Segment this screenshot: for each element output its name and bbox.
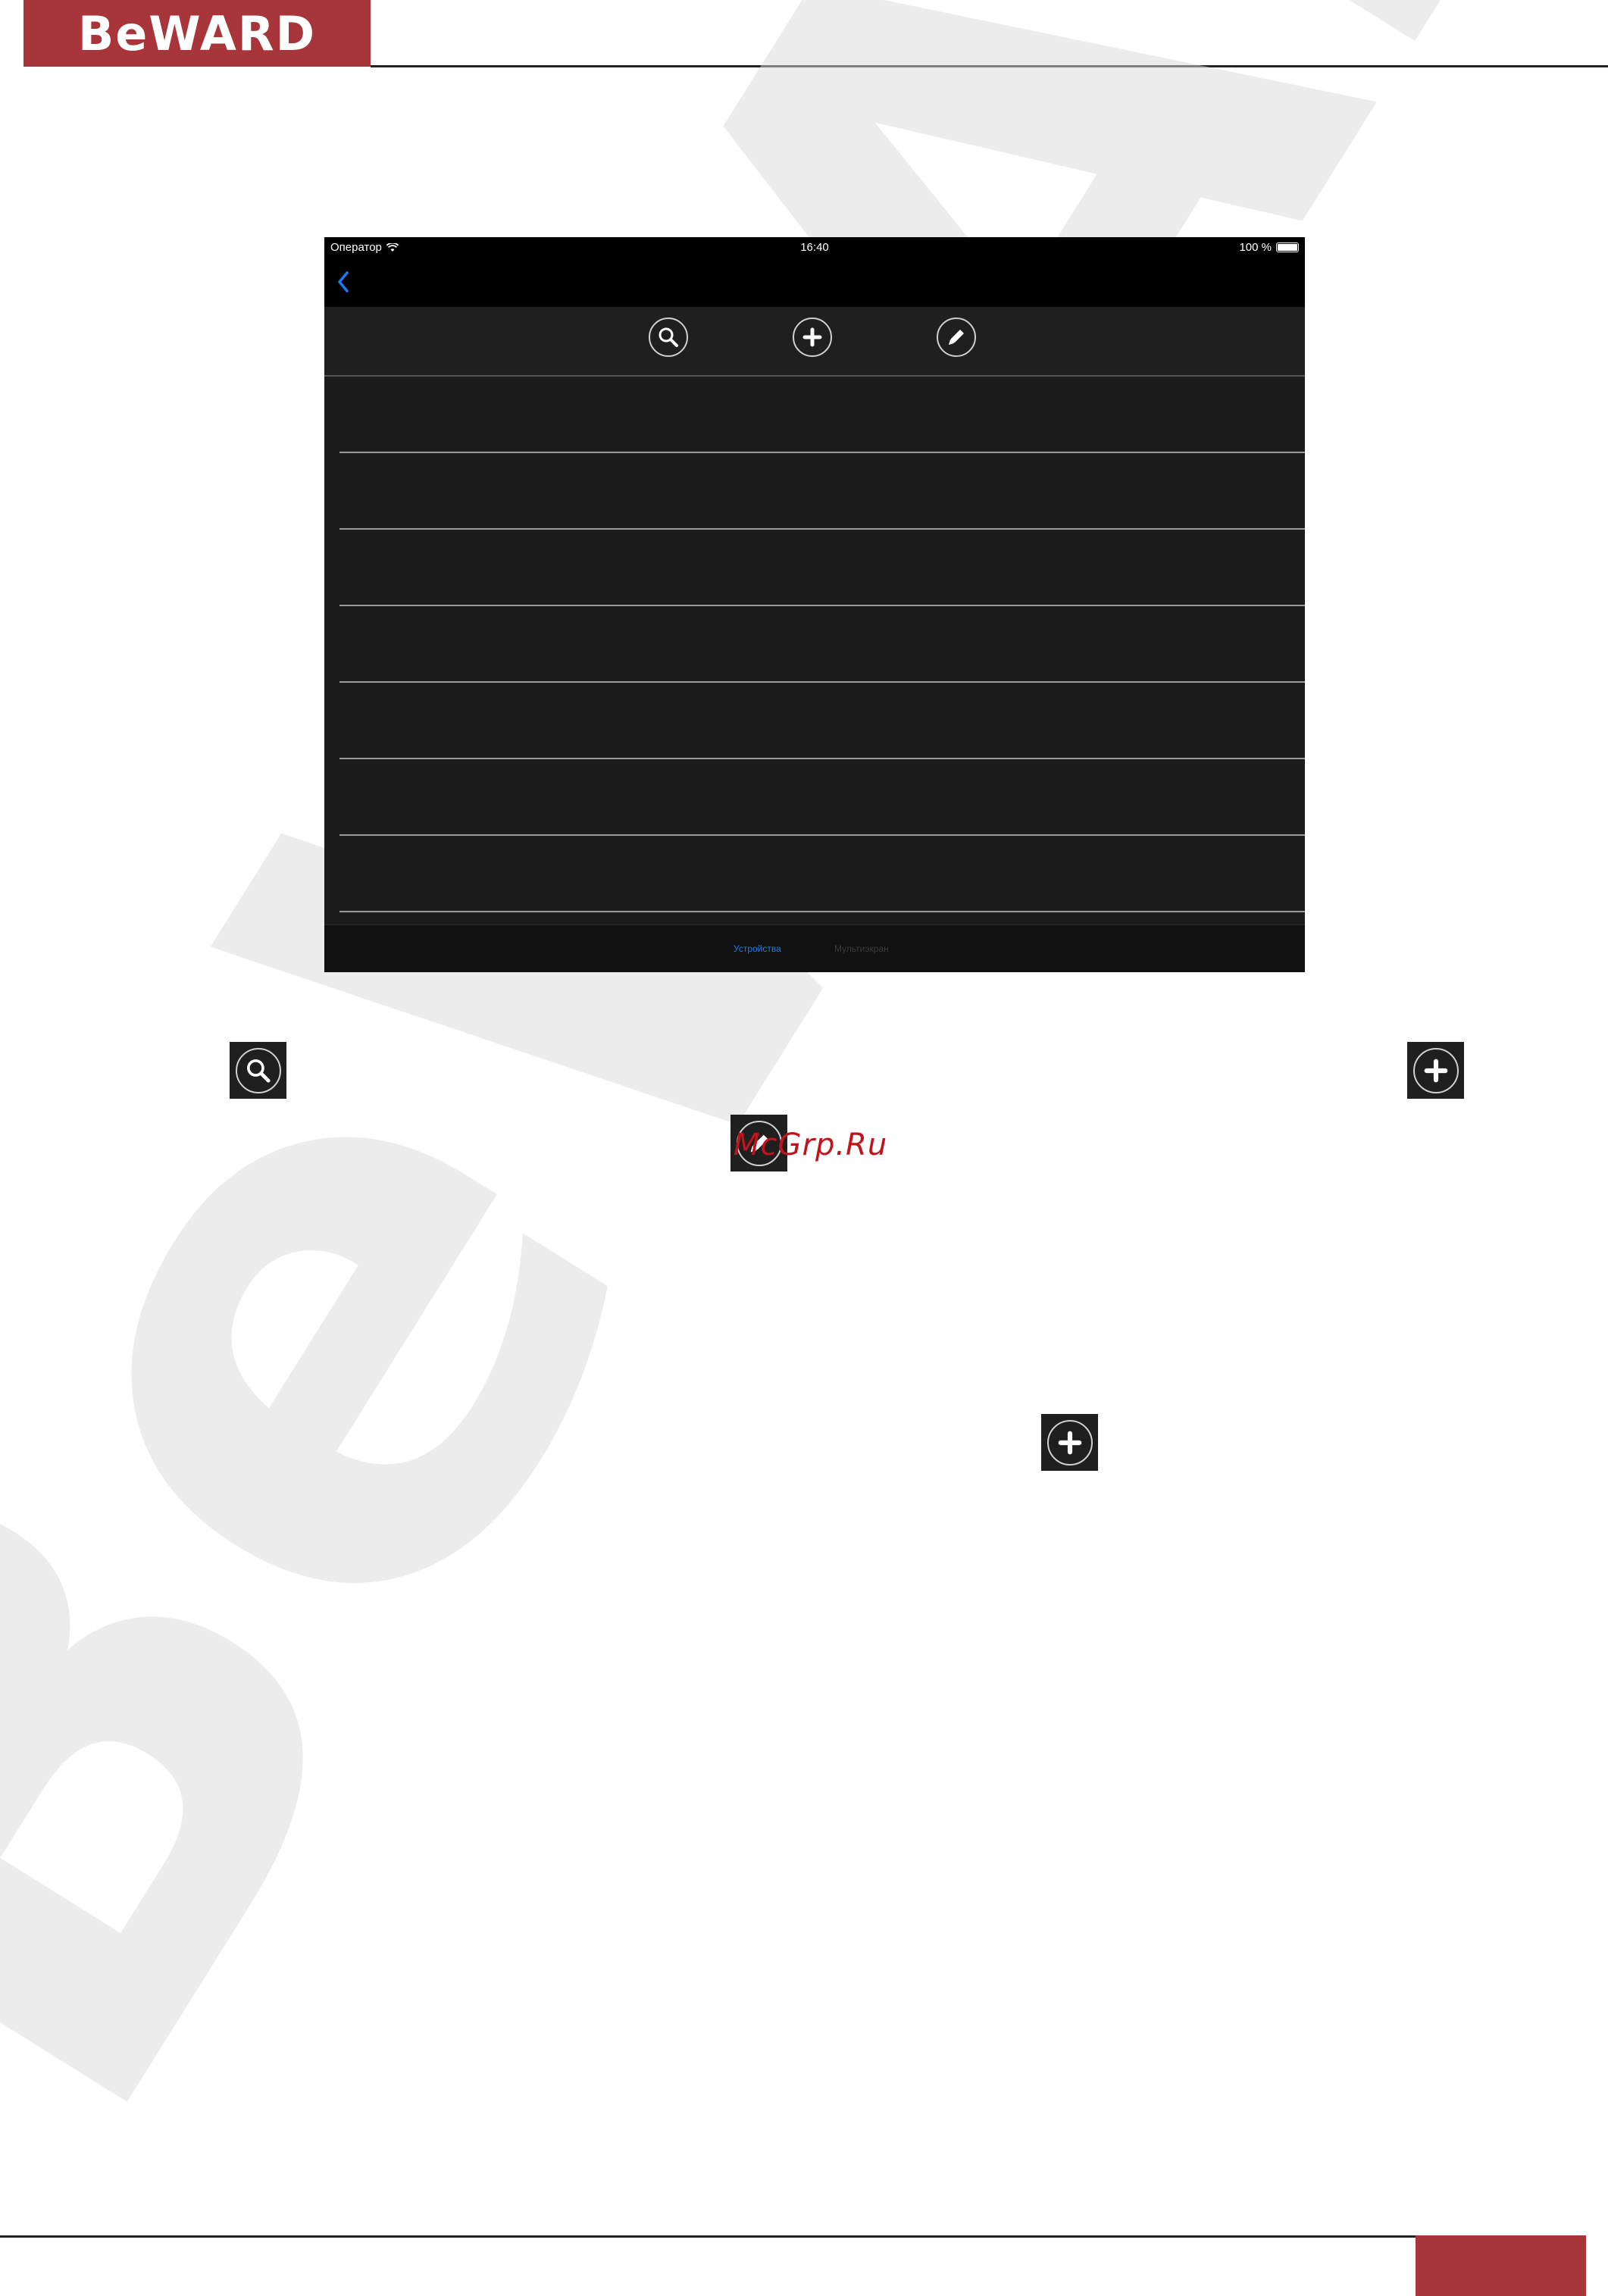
back-chevron-icon[interactable] bbox=[336, 271, 350, 293]
mcgrp-overlay-text: McGrp.Ru bbox=[734, 1128, 888, 1162]
search-icon bbox=[246, 1059, 271, 1083]
header-divider bbox=[371, 65, 1608, 67]
list-item[interactable] bbox=[339, 453, 1305, 530]
list-item[interactable] bbox=[339, 606, 1305, 683]
clock: 16:40 bbox=[800, 241, 829, 254]
search-icon bbox=[659, 327, 678, 347]
tab-devices[interactable]: Устройства bbox=[734, 943, 781, 954]
add-button[interactable] bbox=[793, 317, 832, 357]
nav-bar bbox=[324, 258, 1305, 307]
list-item[interactable] bbox=[339, 683, 1305, 759]
list-item[interactable] bbox=[339, 530, 1305, 606]
status-bar: Оператор 16:40 100 % bbox=[324, 237, 1305, 258]
tab-bar: Устройства Мультиэкран bbox=[324, 924, 1305, 972]
list-item[interactable] bbox=[339, 377, 1305, 453]
toolbar bbox=[324, 307, 1305, 377]
plus-icon bbox=[1424, 1059, 1447, 1082]
logo-text: BeWARD bbox=[77, 5, 317, 61]
tab-multiscreen[interactable]: Мультиэкран bbox=[834, 943, 889, 954]
pencil-icon bbox=[949, 330, 964, 345]
plus-icon bbox=[1058, 1431, 1081, 1454]
search-button[interactable] bbox=[649, 317, 688, 357]
inline-search-icon bbox=[230, 1042, 286, 1099]
battery-icon bbox=[1276, 242, 1299, 252]
list-item[interactable] bbox=[339, 759, 1305, 836]
app-screenshot: Оператор 16:40 100 % Устройства Мультиэк… bbox=[324, 237, 1305, 972]
list-item[interactable] bbox=[339, 836, 1305, 912]
inline-add-icon bbox=[1407, 1042, 1464, 1099]
inline-add-icon-lower bbox=[1041, 1414, 1098, 1471]
footer-brand-block bbox=[1416, 2235, 1586, 2296]
device-list bbox=[324, 377, 1305, 912]
beward-logo: BeWARD bbox=[23, 0, 371, 67]
footer-divider bbox=[0, 2235, 1417, 2238]
plus-icon bbox=[802, 327, 822, 347]
battery-label: 100 % bbox=[1239, 241, 1272, 254]
edit-button[interactable] bbox=[937, 317, 976, 357]
